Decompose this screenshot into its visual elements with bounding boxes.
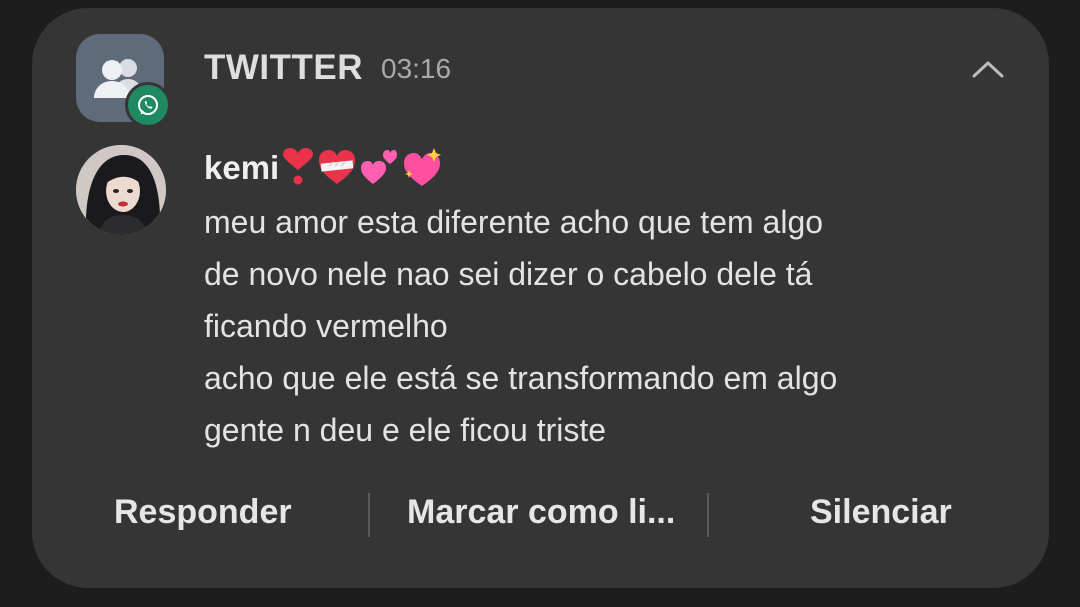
mark-read-button[interactable]: Marcar como li... — [407, 493, 675, 532]
reply-button[interactable]: Responder — [114, 493, 292, 532]
message-line: gente n deu e ele ficou triste — [204, 412, 607, 448]
chevron-up-icon[interactable] — [968, 56, 1008, 82]
notification-actions: Responder Marcar como li... Silenciar — [32, 485, 1049, 545]
avatar-photo — [76, 145, 166, 235]
message-body: meu amor esta diferente acho que tem alg… — [204, 196, 964, 456]
notification-time: 03:16 — [381, 53, 452, 84]
message-line: acho que ele está se transformando em al… — [204, 360, 838, 396]
message-line: de novo nele nao sei dizer o cabelo dele… — [204, 256, 813, 292]
mending-heart-icon — [319, 150, 356, 184]
sender-avatar — [76, 145, 166, 235]
sparkling-heart-icon — [404, 148, 442, 186]
app-name: TWITTER — [204, 48, 364, 87]
whatsapp-badge — [125, 82, 171, 128]
two-hearts-icon — [361, 150, 398, 184]
sender-name-row: kemi — [204, 148, 443, 188]
message-line: ficando vermelho — [204, 308, 448, 344]
action-divider — [368, 493, 370, 537]
action-divider — [707, 493, 709, 537]
mute-button[interactable]: Silenciar — [810, 493, 952, 532]
sender-name: kemi — [204, 149, 280, 186]
message-line: meu amor esta diferente acho que tem alg… — [204, 204, 824, 240]
sender-emojis — [281, 148, 443, 188]
screen: TWITTER 03:16 kemi meu amor esta diferen… — [0, 0, 1080, 607]
whatsapp-icon — [138, 95, 158, 115]
heart-exclamation-icon — [283, 148, 314, 185]
